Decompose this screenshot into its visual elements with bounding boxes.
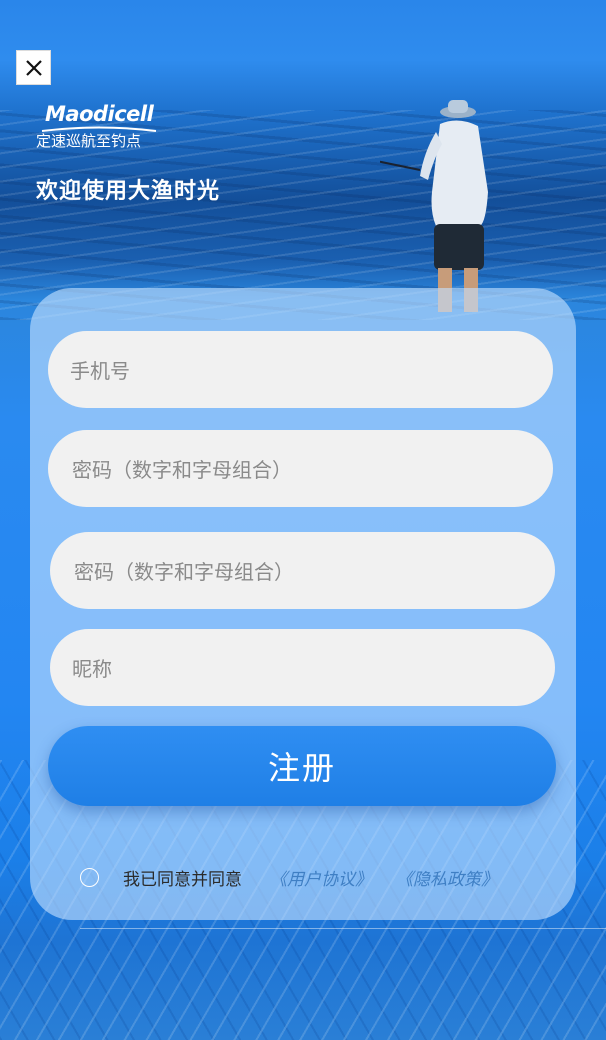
brand-name: Maodicell	[45, 102, 154, 126]
nickname-placeholder: 昵称	[72, 657, 112, 681]
agreement-row: 我已同意并同意 《用户协议》 《隐私政策》	[80, 864, 498, 890]
agreement-text: 我已同意并同意	[123, 869, 242, 890]
phone-placeholder: 手机号	[70, 359, 130, 383]
nickname-input[interactable]: 昵称	[50, 629, 555, 706]
welcome-title: 欢迎使用大渔时光	[36, 179, 221, 204]
confirm-password-input[interactable]: 密码（数字和字母组合）	[50, 532, 555, 609]
password-placeholder: 密码（数字和字母组合）	[72, 458, 292, 482]
privacy-policy-link[interactable]: 《隐私政策》	[396, 865, 498, 890]
password-input[interactable]: 密码（数字和字母组合）	[48, 430, 553, 507]
phone-input[interactable]: 手机号	[48, 331, 553, 408]
agreement-checkbox[interactable]	[80, 867, 99, 887]
brand-logo: Maodicell 定速巡航至钓点	[36, 102, 162, 150]
user-agreement-link[interactable]: 《用户协议》	[270, 865, 372, 890]
brand-slogan: 定速巡航至钓点	[36, 132, 142, 150]
close-icon	[25, 59, 42, 76]
close-button[interactable]	[16, 50, 51, 85]
confirm-password-placeholder: 密码（数字和字母组合）	[74, 560, 294, 584]
register-button[interactable]: 注册	[48, 726, 556, 806]
divider	[80, 928, 606, 929]
